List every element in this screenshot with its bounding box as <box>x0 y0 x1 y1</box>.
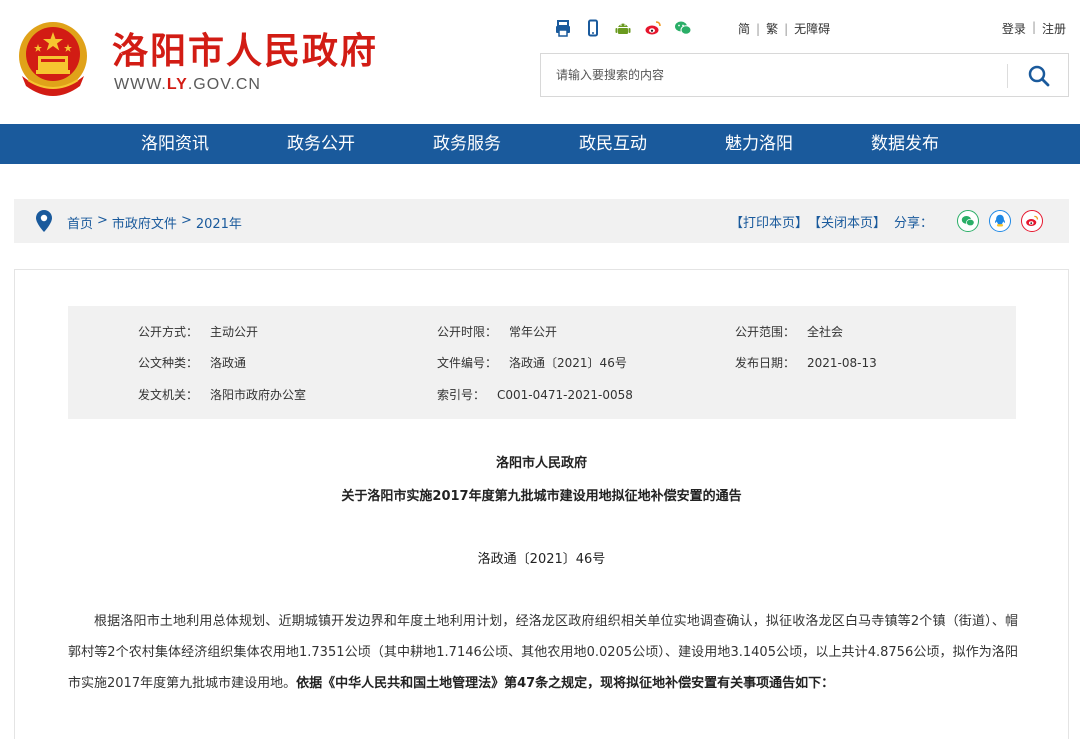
search-button[interactable] <box>1017 58 1061 94</box>
share-label: 分享： <box>893 215 933 231</box>
page-tools: 【打印本页】 【关闭本页】 分享： <box>730 210 1043 232</box>
national-emblem-icon <box>19 22 87 96</box>
share-qq-icon[interactable] <box>989 210 1011 232</box>
simplified-chinese-link[interactable]: 简 <box>738 20 750 37</box>
meta-key: 发布日期： <box>735 356 796 370</box>
breadcrumb-home[interactable]: 首页 <box>67 213 93 232</box>
site-url-prefix: WWW. <box>114 76 167 93</box>
wechat-icon[interactable] <box>674 19 692 37</box>
meta-key: 文件编号： <box>437 356 498 370</box>
article-panel: 公开方式： 主动公开 公开时限： 常年公开 公开范围： 全社会 公文种类： 洛政通 文件… <box>14 269 1069 739</box>
document-body-paragraph: 根据洛阳市土地利用总体规划、近期城镇开发边界和年度土地利用计划，经洛龙区政府组织… <box>68 606 1018 699</box>
site-title[interactable]: 洛阳市人民政府 <box>112 22 378 74</box>
meta-doc-number: 文件编号： 洛政通〔2021〕46号 <box>437 354 627 371</box>
login-link[interactable]: 登录 <box>1002 20 1026 37</box>
breadcrumb-separator: > <box>97 213 108 228</box>
body-text-bold: 依据《中华人民共和国土地管理法》第47条之规定，现将拟征地补偿安置有关事项通告如… <box>296 676 835 691</box>
print-page-link[interactable]: 【打印本页】 <box>730 212 808 231</box>
breadcrumb-year[interactable]: 2021年 <box>196 213 242 232</box>
document-number: 洛政通〔2021〕46号 <box>477 552 606 567</box>
site-url-highlight: LY <box>166 76 188 93</box>
qq-icon <box>995 214 1005 227</box>
document-issuing-org: 洛阳市人民政府 <box>495 456 587 471</box>
document-meta-table: 公开方式： 主动公开 公开时限： 常年公开 公开范围： 全社会 公文种类： 洛政通 文件… <box>68 306 1016 419</box>
separator: | <box>784 21 789 36</box>
wechat-icon <box>961 215 975 227</box>
meta-value: 洛政通 <box>210 356 247 370</box>
separator: | <box>756 21 761 36</box>
weibo-icon[interactable] <box>644 19 662 37</box>
meta-open-scope: 公开范围： 全社会 <box>735 323 843 340</box>
share-weibo-icon[interactable] <box>1021 210 1043 232</box>
meta-value: 洛阳市政府办公室 <box>210 388 307 402</box>
meta-value: 主动公开 <box>210 325 259 339</box>
header-tool-icons <box>554 18 692 38</box>
nav-item-luoyang-news[interactable]: 洛阳资讯 <box>102 124 248 164</box>
traditional-chinese-link[interactable]: 繁 <box>766 20 778 37</box>
meta-publish-date: 发布日期： 2021-08-13 <box>735 354 877 371</box>
meta-open-period: 公开时限： 常年公开 <box>437 323 557 340</box>
meta-key: 公文种类： <box>138 356 199 370</box>
print-icon[interactable] <box>554 19 572 37</box>
meta-index-number: 索引号： C001-0471-2021-0058 <box>437 386 633 403</box>
breadcrumb-bar: 首页 > 市政府文件 > 2021年 【打印本页】 【关闭本页】 分享： <box>14 199 1069 243</box>
breadcrumb: 首页 > 市政府文件 > 2021年 <box>67 213 242 232</box>
nav-item-interaction[interactable]: 政民互动 <box>540 124 686 164</box>
meta-value: 2021-08-13 <box>807 356 877 370</box>
meta-open-method: 公开方式： 主动公开 <box>138 323 258 340</box>
nav-item-charm-luoyang[interactable]: 魅力洛阳 <box>686 124 832 164</box>
breadcrumb-separator: > <box>180 213 192 228</box>
document-title: 关于洛阳市实施2017年度第九批城市建设用地拟征地补偿安置的通告 <box>341 489 742 504</box>
meta-key: 公开方式： <box>138 325 199 339</box>
nav-item-government-services[interactable]: 政务服务 <box>394 124 540 164</box>
nav-item-government-affairs[interactable]: 政务公开 <box>248 124 394 164</box>
meta-value: 洛政通〔2021〕46号 <box>509 356 627 370</box>
search-input[interactable] <box>542 55 1002 95</box>
nav-item-data-release[interactable]: 数据发布 <box>832 124 978 164</box>
register-link[interactable]: 注册 <box>1042 20 1066 37</box>
meta-key: 公开时限： <box>437 325 498 339</box>
search-divider <box>1007 64 1008 88</box>
separator: | <box>1031 20 1036 34</box>
search-icon <box>1028 65 1050 87</box>
meta-value: 全社会 <box>807 325 844 339</box>
meta-doc-type: 公文种类： 洛政通 <box>138 354 246 371</box>
weibo-icon <box>1026 215 1039 227</box>
meta-key: 公开范围： <box>735 325 796 339</box>
search-box <box>540 53 1069 97</box>
breadcrumb-city-docs[interactable]: 市政府文件 <box>112 213 177 232</box>
meta-key: 发文机关： <box>138 388 199 402</box>
meta-issuer: 发文机关： 洛阳市政府办公室 <box>138 386 306 403</box>
main-nav: 洛阳资讯 政务公开 政务服务 政民互动 魅力洛阳 数据发布 <box>0 124 1080 164</box>
language-links: 简 | 繁 | 无障碍 <box>738 20 830 37</box>
site-header: 洛阳市人民政府 WWW.LY.GOV.CN 简 | 繁 | 无障碍 登录 | 注… <box>0 0 1080 124</box>
meta-value: C001-0471-2021-0058 <box>497 388 633 402</box>
meta-value: 常年公开 <box>509 325 558 339</box>
location-pin-icon <box>36 210 52 232</box>
accessibility-link[interactable]: 无障碍 <box>794 20 830 37</box>
close-page-link[interactable]: 【关闭本页】 <box>808 212 886 231</box>
meta-key: 索引号： <box>437 388 486 402</box>
auth-links: 登录 | 注册 <box>1002 20 1066 37</box>
share-wechat-icon[interactable] <box>957 210 979 232</box>
site-url-suffix: .GOV.CN <box>187 76 261 93</box>
android-icon[interactable] <box>614 19 632 37</box>
mobile-icon[interactable] <box>584 19 602 37</box>
site-url[interactable]: WWW.LY.GOV.CN <box>114 76 261 94</box>
